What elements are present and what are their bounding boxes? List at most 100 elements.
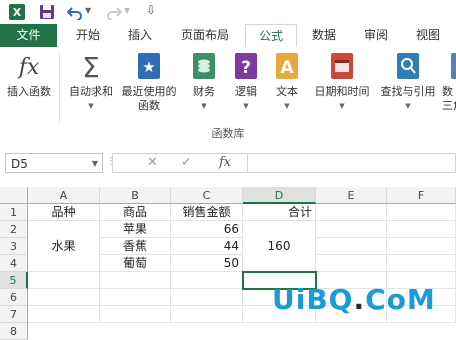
row-header-6[interactable]: 6 (0, 289, 28, 306)
svg-text:fx: fx (17, 55, 40, 80)
cell-f3[interactable] (387, 238, 456, 255)
tab-review[interactable]: 审阅 (354, 24, 398, 47)
cell-b1[interactable]: 商品 (100, 204, 171, 221)
row-header-8[interactable]: 8 (0, 323, 28, 340)
cell-b2[interactable]: 苹果 (100, 221, 171, 238)
cell-c6[interactable] (171, 289, 243, 306)
watermark-dot: . (353, 283, 366, 316)
undo-icon[interactable] (67, 4, 83, 20)
svg-text:Σ: Σ (82, 51, 100, 81)
cell-c4[interactable]: 50 (171, 255, 243, 272)
tab-data[interactable]: 数据 (302, 24, 346, 47)
cell-b7[interactable] (100, 306, 171, 323)
cell-c7[interactable] (171, 306, 243, 323)
financial-dropdown-icon[interactable]: ▼ (187, 99, 221, 113)
recent-functions-label-2: 函数 (138, 99, 160, 112)
question-book-icon: ? (235, 53, 257, 79)
cancel-icon[interactable]: ✕ (147, 155, 158, 170)
cell-a6[interactable] (28, 289, 100, 306)
watermark-logo: UiBQ.CoM (272, 283, 436, 316)
calendar-book-icon (331, 53, 353, 79)
column-header-a[interactable]: A (28, 187, 100, 204)
math-trig-label-2: 三角 (442, 99, 456, 112)
tab-insert[interactable]: 插入 (118, 24, 162, 47)
customize-qat-icon[interactable]: ⇩ (146, 3, 156, 17)
row-header-3[interactable]: 3 (0, 238, 28, 255)
cell-a1[interactable]: 品种 (28, 204, 100, 221)
fx-icon: fx (17, 55, 40, 80)
cell-c2[interactable]: 66 (171, 221, 243, 238)
insert-function-button[interactable]: fx 插入函数 (3, 51, 55, 99)
cell-d1[interactable]: 合计 (243, 204, 316, 221)
math-book-icon (451, 53, 456, 79)
cell-e4[interactable] (316, 255, 387, 272)
cell-c1[interactable]: 销售金额 (171, 204, 243, 221)
autosum-button[interactable]: Σ 自动求和 ▼ (63, 51, 119, 113)
cell-b4[interactable]: 葡萄 (100, 255, 171, 272)
svg-text:A: A (280, 58, 294, 78)
financial-label: 财务 (193, 85, 215, 98)
row-header-1[interactable]: 1 (0, 204, 28, 221)
cell-d4[interactable] (243, 255, 316, 272)
coins-book-icon (193, 53, 215, 79)
cell-a7[interactable] (28, 306, 100, 323)
cell-f1[interactable] (387, 204, 456, 221)
formula-input[interactable] (248, 153, 456, 173)
column-header-d[interactable]: D (243, 187, 316, 204)
row-header-7[interactable]: 7 (0, 306, 28, 323)
cell-a5[interactable] (28, 272, 100, 289)
math-trig-label: 数 (442, 85, 453, 98)
row-header-2[interactable]: 2 (0, 221, 28, 238)
lookup-reference-button[interactable]: 查找与引用 ▼ (376, 51, 440, 113)
recent-functions-label: 最近使用的 (121, 85, 177, 98)
column-header-f[interactable]: F (387, 187, 456, 204)
svg-text:X: X (13, 6, 22, 19)
cell-b5[interactable] (100, 272, 171, 289)
redo-icon[interactable] (106, 4, 122, 20)
tab-page-layout[interactable]: 页面布局 (172, 24, 238, 47)
cell-a3[interactable]: 水果 (28, 238, 100, 255)
column-header-c[interactable]: C (171, 187, 243, 204)
cell-e1[interactable] (316, 204, 387, 221)
recent-functions-button[interactable]: ★ 最近使用的 函数 (118, 51, 180, 113)
row-header-4[interactable]: 4 (0, 255, 28, 272)
tab-view[interactable]: 视图 (406, 24, 450, 47)
cell-c3[interactable]: 44 (171, 238, 243, 255)
undo-dropdown-icon[interactable]: ▼ (85, 6, 91, 15)
row-header-5[interactable]: 5 (0, 272, 28, 289)
column-header-e[interactable]: E (316, 187, 387, 204)
lookup-reference-dropdown-icon[interactable]: ▼ (376, 99, 440, 113)
cell-f4[interactable] (387, 255, 456, 272)
tab-formulas[interactable]: 公式 (245, 24, 297, 49)
date-time-button[interactable]: 日期和时间 ▼ (310, 51, 374, 113)
cell-a2[interactable] (28, 221, 100, 238)
cell-d2[interactable] (243, 221, 316, 238)
tab-home[interactable]: 开始 (66, 24, 110, 47)
name-box[interactable]: D5 ▼ (5, 153, 103, 173)
text-dropdown-icon[interactable]: ▼ (270, 99, 304, 113)
enter-icon[interactable]: ✓ (181, 155, 192, 170)
redo-dropdown-icon[interactable]: ▼ (124, 6, 130, 15)
math-trig-button[interactable]: 数 三角 (442, 51, 456, 113)
cell-f2[interactable] (387, 221, 456, 238)
column-header-b[interactable]: B (100, 187, 171, 204)
save-icon[interactable] (39, 4, 55, 20)
text-book-icon: A (276, 53, 298, 79)
cell-d3[interactable]: 160 (243, 238, 316, 255)
select-all-corner[interactable] (0, 187, 28, 204)
cell-e2[interactable] (316, 221, 387, 238)
autosum-dropdown-icon[interactable]: ▼ (63, 99, 119, 113)
name-box-dropdown-icon[interactable]: ▼ (92, 154, 98, 174)
cell-c5[interactable] (171, 272, 243, 289)
cell-b6[interactable] (100, 289, 171, 306)
logical-dropdown-icon[interactable]: ▼ (229, 99, 263, 113)
text-button[interactable]: A 文本 ▼ (270, 51, 304, 113)
cell-a4[interactable] (28, 255, 100, 272)
cell-e3[interactable] (316, 238, 387, 255)
logical-button[interactable]: ? 逻辑 ▼ (229, 51, 263, 113)
financial-button[interactable]: 财务 ▼ (187, 51, 221, 113)
cell-b3[interactable]: 香蕉 (100, 238, 171, 255)
tab-file[interactable]: 文件 (0, 24, 57, 47)
fx-button-icon[interactable]: fx (219, 155, 231, 170)
date-time-dropdown-icon[interactable]: ▼ (310, 99, 374, 113)
